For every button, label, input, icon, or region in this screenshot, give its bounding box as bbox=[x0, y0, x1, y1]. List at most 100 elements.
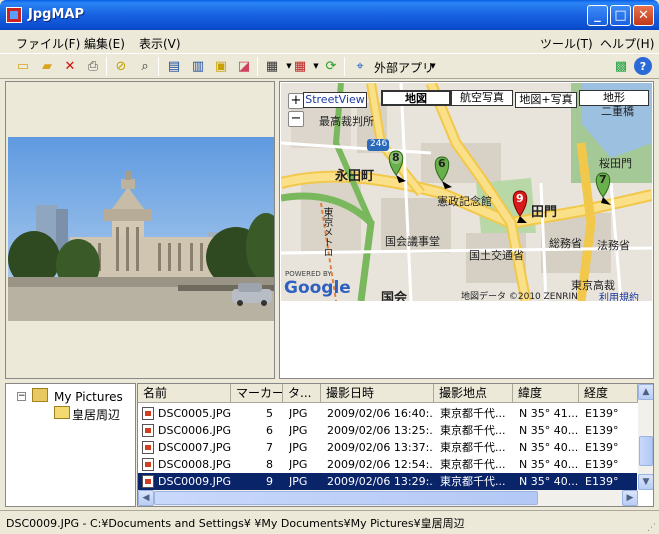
align-right-icon[interactable]: ▥ bbox=[189, 57, 207, 75]
title-bar[interactable]: JpgMAP _ □ ✕ bbox=[0, 0, 659, 30]
col-lat[interactable]: 緯度 bbox=[513, 384, 579, 403]
cell-type: JPG bbox=[289, 407, 308, 420]
cell-date: 2009/02/06 13:29:... bbox=[327, 475, 434, 488]
map-panel: 8 6 9 7 最高裁判所 永田町 憲政記念館 国会議事堂 田門 桜田門 二重橋… bbox=[279, 81, 654, 379]
window-title: JpgMAP bbox=[28, 7, 84, 22]
tree-item-my-pictures[interactable]: My Pictures bbox=[54, 390, 123, 404]
folder-tree: − My Pictures 皇居周辺 bbox=[5, 383, 136, 507]
map-view[interactable]: 8 6 9 7 最高裁判所 永田町 憲政記念館 国会議事堂 田門 桜田門 二重橋… bbox=[281, 83, 652, 301]
google-logo[interactable]: Google bbox=[284, 278, 351, 298]
cell-date: 2009/02/06 13:37:... bbox=[327, 441, 434, 454]
zoom-in-button[interactable]: + bbox=[288, 93, 304, 109]
map-type-satellite[interactable]: 航空写真 bbox=[451, 90, 513, 106]
refresh-icon[interactable]: ⟳ bbox=[322, 57, 340, 75]
tree-item-kokyo[interactable]: 皇居周辺 bbox=[72, 406, 120, 423]
status-text: DSC0009.JPG - C:¥Documents and Settings¥… bbox=[6, 517, 465, 530]
menu-view[interactable]: 表示(V) bbox=[139, 35, 181, 52]
map-label-moj: 法務省 bbox=[597, 239, 630, 252]
table-row[interactable]: DSC0006.JPG 6 JPG 2009/02/06 13:25:... 東京都千代… bbox=[138, 422, 637, 439]
map-label-mic: 総務省 bbox=[549, 237, 582, 250]
calendar-icon[interactable]: ▦ bbox=[263, 57, 281, 75]
toolbar: ▭ ▰ ✕ ⎙ ⊘ ⌕ ▤ ▥ ▣ ◪ ▦ ▼ ▦ ▼ ⟳ ⌖ 外部アプリ ▼ … bbox=[0, 53, 659, 79]
cell-lng: E139° bbox=[585, 407, 619, 420]
zoom-out-button[interactable]: − bbox=[288, 111, 304, 127]
scroll-right-button[interactable]: ▶ bbox=[622, 490, 638, 506]
map-label-kasumigaseki: 田門 bbox=[531, 205, 558, 220]
map-pin-9-label[interactable]: 9 bbox=[516, 192, 524, 205]
col-marker[interactable]: マーカー bbox=[231, 384, 283, 403]
table-row[interactable]: DSC0009.JPG 9 JPG 2009/02/06 13:29:... 東京都千代… bbox=[138, 473, 637, 490]
streetview-button[interactable]: StreetView bbox=[303, 92, 367, 108]
map-search-icon[interactable]: ⌖ bbox=[351, 57, 369, 75]
delete-icon[interactable]: ✕ bbox=[61, 57, 79, 75]
col-date[interactable]: 撮影日時 bbox=[321, 384, 434, 403]
jpg-file-icon bbox=[142, 475, 154, 488]
cell-lng: E139° bbox=[585, 458, 619, 471]
menu-bar: ファイル(F) 編集(E) 表示(V) ツール(T) ヘルプ(H) bbox=[0, 30, 659, 53]
cell-name: DSC0007.JPG bbox=[158, 441, 231, 454]
cell-type: JPG bbox=[289, 441, 308, 454]
cell-place: 東京都千代... bbox=[440, 424, 506, 437]
map-type-terrain[interactable]: 地形 bbox=[579, 90, 649, 106]
cell-place: 東京都千代... bbox=[440, 475, 506, 488]
cell-name: DSC0008.JPG bbox=[158, 458, 231, 471]
cell-name: DSC0006.JPG bbox=[158, 424, 231, 437]
resize-grip-icon[interactable]: ⋰ bbox=[647, 523, 656, 533]
map-copyright: 地図データ ©2010 ZENRIN bbox=[461, 292, 578, 301]
app-icon[interactable] bbox=[6, 7, 22, 23]
eraser-icon[interactable]: ◪ bbox=[235, 57, 253, 75]
map-type-map[interactable]: 地図 bbox=[381, 90, 451, 106]
menu-file[interactable]: ファイル(F) bbox=[16, 35, 80, 52]
cell-date: 2009/02/06 13:25:... bbox=[327, 424, 434, 437]
no-location-icon[interactable]: ⊘ bbox=[112, 57, 130, 75]
align-left-icon[interactable]: ▤ bbox=[165, 57, 183, 75]
table-row[interactable]: DSC0008.JPG 8 JPG 2009/02/06 12:54:... 東京都千代… bbox=[138, 456, 637, 473]
cell-lat: N 35° 40... bbox=[519, 475, 579, 488]
help-icon[interactable]: ? bbox=[634, 57, 652, 75]
export-icon[interactable]: ▩ bbox=[612, 57, 630, 75]
horizontal-scroll-thumb[interactable] bbox=[154, 491, 538, 505]
cell-date: 2009/02/06 12:54:... bbox=[327, 458, 434, 471]
cell-lat: N 35° 40... bbox=[519, 424, 579, 437]
collapse-icon[interactable]: − bbox=[17, 392, 26, 401]
col-lng[interactable]: 経度 bbox=[579, 384, 638, 403]
scroll-up-button[interactable]: ▲ bbox=[638, 384, 653, 400]
cell-date: 2009/02/06 16:40:... bbox=[327, 407, 434, 420]
minimize-button[interactable]: _ bbox=[587, 5, 608, 26]
table-row[interactable]: DSC0007.JPG 7 JPG 2009/02/06 13:37:... 東京都千代… bbox=[138, 439, 637, 456]
cell-lng: E139° bbox=[585, 424, 619, 437]
menu-edit[interactable]: 編集(E) bbox=[84, 35, 125, 52]
map-pin-6-label[interactable]: 6 bbox=[438, 157, 446, 170]
cell-type: JPG bbox=[289, 475, 308, 488]
map-label-supreme-court: 最高裁判所 bbox=[319, 115, 374, 128]
jpg-file-icon bbox=[142, 441, 154, 454]
external-apps-dropdown-icon[interactable]: ▼ bbox=[424, 57, 442, 75]
col-type[interactable]: タ... bbox=[283, 384, 321, 403]
search-icon[interactable]: ⌕ bbox=[136, 57, 154, 75]
horizontal-scrollbar[interactable]: ◀ ▶ bbox=[138, 490, 638, 506]
route-246-label: 246 bbox=[370, 139, 388, 149]
menu-help[interactable]: ヘルプ(H) bbox=[600, 35, 654, 52]
scroll-left-button[interactable]: ◀ bbox=[138, 490, 154, 506]
close-button[interactable]: ✕ bbox=[633, 5, 654, 26]
new-folder-icon[interactable]: ▭ bbox=[14, 57, 32, 75]
scroll-down-button[interactable]: ▼ bbox=[638, 474, 653, 490]
table-row[interactable]: DSC0005.JPG 5 JPG 2009/02/06 16:40:... 東京都千代… bbox=[138, 405, 637, 422]
vertical-scrollbar[interactable]: ▲ ▼ bbox=[638, 384, 653, 490]
maximize-button[interactable]: □ bbox=[610, 5, 631, 26]
print-icon[interactable]: ⎙ bbox=[84, 57, 102, 75]
file-list: 名前 マーカー タ... 撮影日時 撮影地点 緯度 経度 DSC0005.JPG… bbox=[137, 383, 654, 507]
photo-preview-panel bbox=[5, 81, 275, 379]
map-pin-8-label[interactable]: 8 bbox=[392, 151, 400, 164]
map-label-metro: 東京メトロ bbox=[321, 207, 332, 257]
copy-icon[interactable]: ▣ bbox=[212, 57, 230, 75]
menu-tools[interactable]: ツール(T) bbox=[540, 35, 593, 52]
col-place[interactable]: 撮影地点 bbox=[434, 384, 513, 403]
map-type-hybrid[interactable]: 地図+写真 bbox=[515, 92, 577, 108]
cell-lng: E139° bbox=[585, 441, 619, 454]
map-pin-7-label[interactable]: 7 bbox=[599, 173, 607, 186]
terms-link[interactable]: 利用規約 bbox=[599, 289, 639, 301]
col-name[interactable]: 名前 bbox=[138, 384, 231, 403]
open-folder-icon[interactable]: ▰ bbox=[38, 57, 56, 75]
vertical-scroll-thumb[interactable] bbox=[639, 436, 653, 466]
